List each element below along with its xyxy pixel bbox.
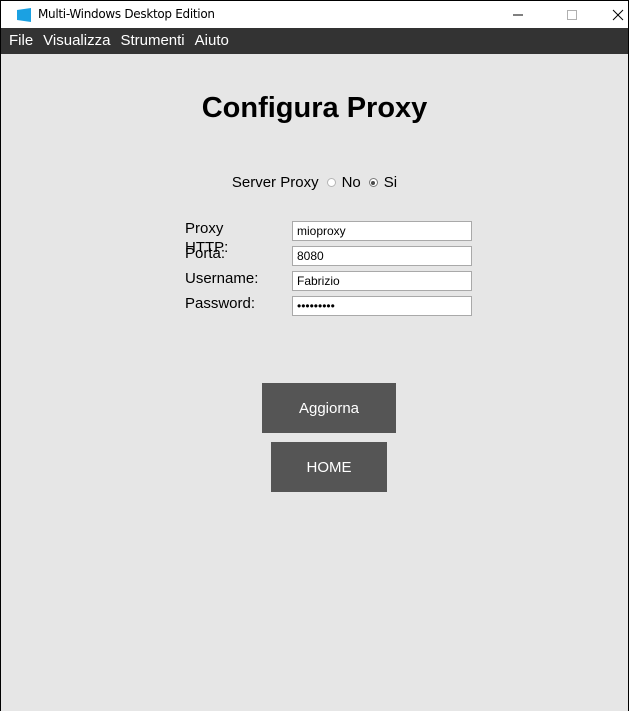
menu-item-file[interactable]: File (1, 28, 38, 54)
radio-si[interactable] (368, 178, 378, 187)
password-input[interactable] (292, 296, 472, 316)
menu-item-strumenti[interactable]: Strumenti (115, 28, 189, 54)
minimize-icon (513, 14, 523, 16)
home-button[interactable]: HOME (271, 442, 387, 492)
radio-no[interactable] (326, 178, 336, 187)
radio-si-label: Si (383, 174, 398, 191)
username-input[interactable] (292, 271, 472, 291)
radio-no-label: No (341, 174, 361, 191)
title-bar[interactable]: Multi-Windows Desktop Edition (1, 0, 628, 28)
porta-input[interactable] (292, 246, 472, 266)
menu-bar: File Visualizza Strumenti Aiuto (1, 28, 628, 54)
password-label: Password: (185, 295, 256, 312)
close-icon (612, 9, 624, 21)
close-button[interactable] (595, 1, 631, 29)
maximize-button[interactable] (549, 1, 595, 29)
proxy-http-input[interactable] (292, 221, 472, 241)
minimize-button[interactable] (495, 1, 541, 29)
app-window: Multi-Windows Desktop Edition File Visua… (0, 0, 629, 711)
proxy-server-label: Server Proxy (231, 174, 319, 191)
porta-label: Porta: (185, 245, 226, 262)
menu-item-visualizza[interactable]: Visualizza (38, 28, 115, 54)
maximize-icon (567, 10, 577, 20)
menu-item-aiuto[interactable]: Aiuto (190, 28, 234, 54)
proxy-server-option: Server Proxy No Si (1, 174, 628, 191)
window-title: Multi-Windows Desktop Edition (38, 7, 215, 21)
windows-logo-icon (17, 8, 31, 22)
aggiorna-button[interactable]: Aggiorna (262, 383, 396, 433)
page-title: Configura Proxy (201, 92, 428, 124)
username-label: Username: (185, 270, 259, 287)
